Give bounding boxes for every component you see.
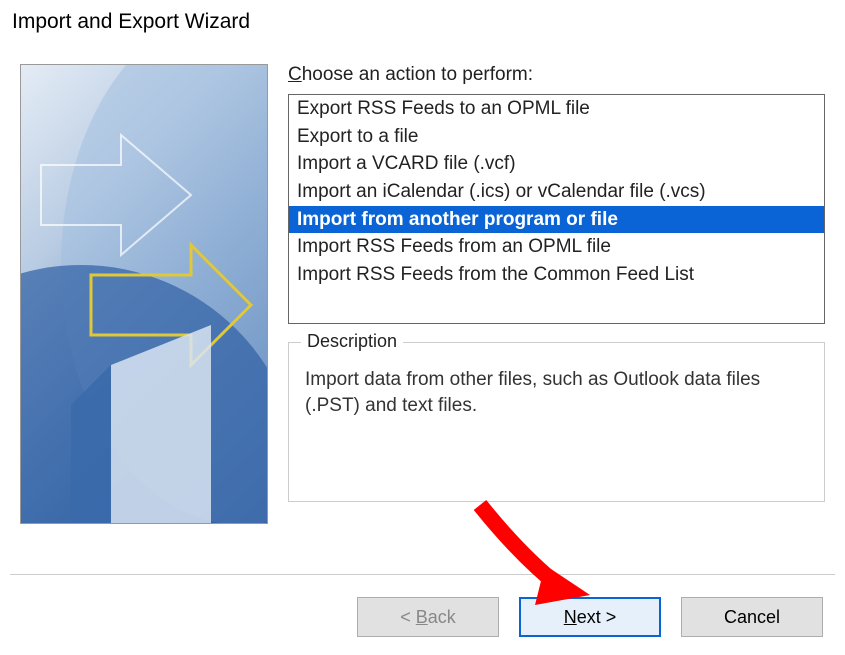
wizard-graphic: [20, 64, 268, 524]
wizard-illustration: [21, 65, 268, 524]
action-list-item[interactable]: Import RSS Feeds from an OPML file: [289, 233, 824, 261]
back-button[interactable]: < Back: [357, 597, 499, 637]
action-list-item[interactable]: Export to a file: [289, 123, 824, 151]
action-list-item[interactable]: Import a VCARD file (.vcf): [289, 150, 824, 178]
action-listbox[interactable]: Export RSS Feeds to an OPML fileExport t…: [288, 94, 825, 324]
action-list-item[interactable]: Import RSS Feeds from the Common Feed Li…: [289, 261, 824, 289]
cancel-button[interactable]: Cancel: [681, 597, 823, 637]
action-list-item[interactable]: Import from another program or file: [289, 206, 824, 234]
action-list-item[interactable]: Export RSS Feeds to an OPML file: [289, 95, 824, 123]
dialog-title: Import and Export Wizard: [12, 10, 833, 34]
description-text: Import data from other files, such as Ou…: [305, 367, 808, 418]
horizontal-separator: [10, 574, 835, 575]
action-prompt-label: Choose an action to perform:: [288, 64, 825, 86]
action-list-item[interactable]: Import an iCalendar (.ics) or vCalendar …: [289, 178, 824, 206]
description-group: Description Import data from other files…: [288, 342, 825, 502]
next-button[interactable]: Next >: [519, 597, 661, 637]
description-legend: Description: [301, 331, 403, 352]
